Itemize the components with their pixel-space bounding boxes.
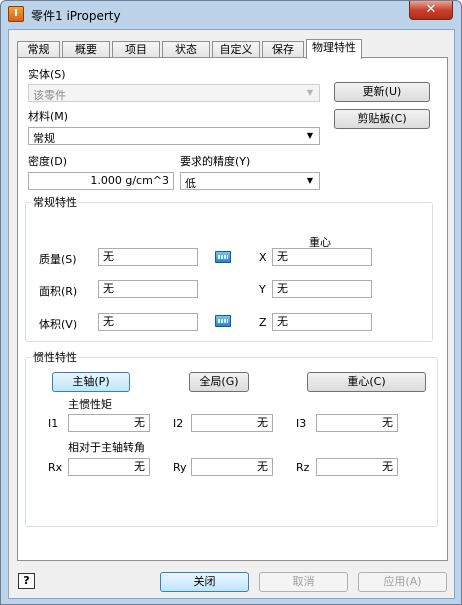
tab-status[interactable]: 状态 [162, 41, 210, 58]
density-field[interactable]: 1.000 g/cm^3 [28, 172, 174, 190]
principal-button[interactable]: 主轴(P) [52, 372, 130, 392]
tab-custom[interactable]: 自定义 [212, 41, 260, 58]
x-label: X [259, 251, 267, 264]
physical-properties-page: 实体(S) 该零件 ▼ 更新(U) 材料(M) 常规 ▼ 剪贴板(C) 密度(D… [17, 57, 448, 561]
rx-label: Rx [48, 461, 63, 474]
tab-project[interactable]: 项目 [112, 41, 160, 58]
accuracy-select[interactable]: 低 ▼ [180, 172, 320, 190]
ry-field[interactable]: 无 [191, 458, 273, 476]
rz-label: Rz [296, 461, 310, 474]
density-label: 密度(D) [28, 155, 68, 168]
close-button[interactable]: 关闭 [160, 572, 249, 592]
accuracy-value: 低 [185, 177, 196, 190]
apply-button[interactable]: 应用(A) [358, 572, 447, 592]
mass-label: 质量(S) [39, 253, 77, 266]
tab-physical[interactable]: 物理特性 [306, 39, 362, 59]
i3-field[interactable]: 无 [316, 414, 398, 432]
chevron-down-icon: ▼ [306, 176, 314, 185]
material-label: 材料(M) [28, 110, 69, 123]
cog-z-field[interactable]: 无 [272, 313, 372, 331]
accuracy-label: 要求的精度(Y) [180, 155, 251, 168]
calculator-icon[interactable] [215, 315, 231, 327]
rotation-label: 相对于主轴转角 [68, 441, 145, 454]
solid-value: 该零件 [33, 89, 66, 102]
center-of-gravity-button[interactable]: 重心(C) [307, 372, 426, 392]
material-select[interactable]: 常规 ▼ [28, 127, 320, 145]
i1-field[interactable]: 无 [68, 414, 150, 432]
mass-field[interactable]: 无 [98, 248, 198, 266]
dialog-client: 常规 概要 项目 状态 自定义 保存 物理特性 实体(S) 该零件 ▼ 更新(U… [8, 29, 455, 599]
inventor-app-icon: I [8, 6, 24, 22]
calculator-icon[interactable] [215, 251, 231, 263]
tab-save[interactable]: 保存 [262, 41, 304, 58]
tab-summary[interactable]: 概要 [62, 41, 110, 58]
z-label: Z [259, 316, 267, 329]
clipboard-button[interactable]: 剪贴板(C) [334, 109, 430, 129]
cog-x-field[interactable]: 无 [272, 248, 372, 266]
i1-label: I1 [48, 417, 59, 430]
volume-label: 体积(V) [39, 318, 78, 331]
cancel-button[interactable]: 取消 [259, 572, 348, 592]
area-field[interactable]: 无 [98, 280, 198, 298]
y-label: Y [259, 283, 266, 296]
ry-label: Ry [173, 461, 187, 474]
principal-moments-label: 主惯性矩 [68, 398, 112, 411]
material-value: 常规 [33, 132, 55, 145]
window-title: 零件1 iProperty [31, 9, 121, 23]
iproperty-dialog: I 零件1 iProperty ✕ 常规 概要 项目 状态 自定义 保存 物理特… [0, 0, 462, 605]
area-label: 面积(R) [39, 285, 78, 298]
global-button[interactable]: 全局(G) [189, 372, 249, 392]
rz-field[interactable]: 无 [316, 458, 398, 476]
cog-y-field[interactable]: 无 [272, 280, 372, 298]
title-bar[interactable]: I 零件1 iProperty ✕ [1, 1, 461, 29]
inertial-properties-title: 惯性特性 [31, 349, 79, 365]
update-button[interactable]: 更新(U) [334, 82, 430, 102]
general-properties-title: 常规特性 [31, 194, 79, 210]
i2-label: I2 [173, 417, 184, 430]
volume-field[interactable]: 无 [98, 313, 198, 331]
chevron-down-icon: ▼ [306, 88, 314, 97]
solid-select: 该零件 ▼ [28, 84, 320, 102]
tab-general[interactable]: 常规 [17, 41, 60, 58]
rx-field[interactable]: 无 [68, 458, 150, 476]
i2-field[interactable]: 无 [191, 414, 273, 432]
close-window-button[interactable]: ✕ [409, 1, 453, 20]
chevron-down-icon: ▼ [306, 131, 314, 140]
help-button[interactable]: ? [18, 573, 35, 589]
i3-label: I3 [296, 417, 307, 430]
solid-label: 实体(S) [28, 68, 66, 81]
